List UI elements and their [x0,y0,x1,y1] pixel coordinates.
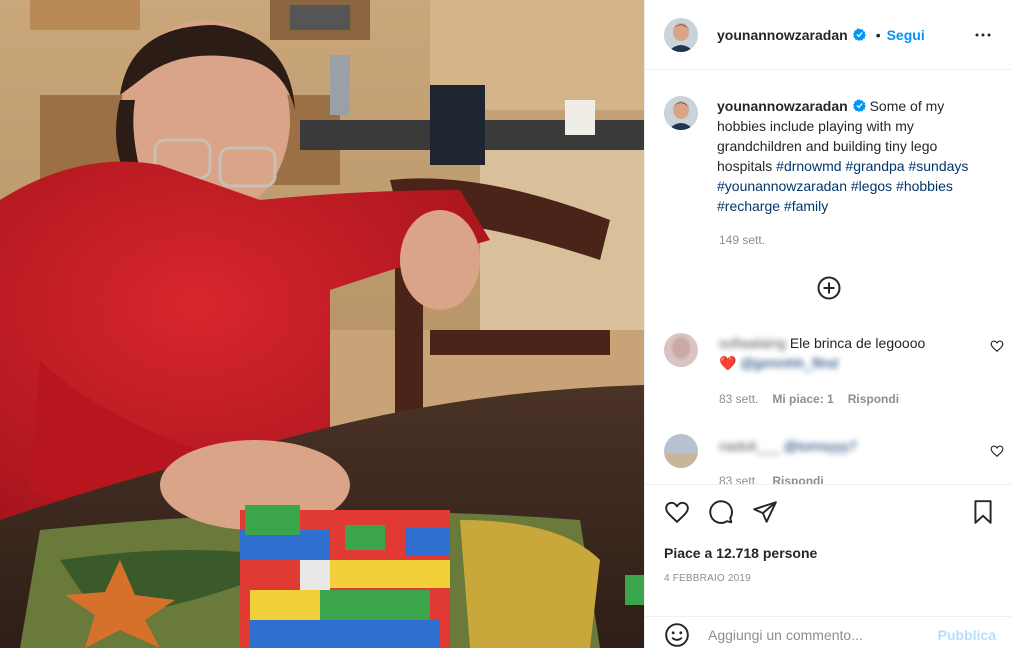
post-photo[interactable] [0,0,644,648]
comment-time: 83 sett. [719,474,759,484]
publish-button[interactable]: Pubblica [938,627,996,643]
post-header: younannowzaradan • Segui [645,0,1011,70]
comment-time: 83 sett. [719,392,759,406]
post-caption: younannowzaradan Some of my hobbies incl… [664,96,994,216]
author-username[interactable]: younannowzaradan [717,27,848,43]
heart-icon[interactable] [664,499,690,525]
bookmark-icon[interactable] [970,499,996,525]
share-icon[interactable] [752,499,778,525]
comment-mention[interactable]: @jpmmhh_fllnd [740,355,837,371]
load-more-comments-icon[interactable] [817,276,841,300]
commenter-username[interactable]: sofiaalaing [719,335,786,351]
post-date: 4 febbraio 2019 [664,573,751,584]
reply-button[interactable]: Rispondi [772,474,823,484]
follow-button[interactable]: Segui [887,27,925,43]
likes-count[interactable]: Piace a 12.718 persone [664,545,817,561]
verified-badge-icon [852,99,866,112]
caption-author-avatar[interactable] [664,96,698,130]
comment-mention[interactable]: @tomsyyy7 [784,438,857,454]
action-icons [664,499,778,525]
heart-emoji: ❤️ [719,355,737,371]
add-comment-bar: Pubblica [645,616,1011,648]
comment-likes[interactable]: Mi piace: 1 [772,392,833,406]
verified-badge-icon [852,28,866,41]
photo-illustration [0,0,644,648]
caption-timestamp: 149 sett. [719,233,766,247]
caption-username[interactable]: younannowzaradan [717,98,848,114]
separator-dot: • [875,26,881,43]
comment-like-icon[interactable] [990,339,1004,353]
caption-text: younannowzaradan Some of my hobbies incl… [717,96,994,216]
comment-icon[interactable] [708,499,734,525]
comment-input[interactable] [708,626,918,643]
commenter-username[interactable]: nadoli___ [719,438,780,454]
commenter-avatar[interactable] [664,434,698,468]
reply-button[interactable]: Rispondi [848,392,899,406]
comment-item: nadoli___ @tomsyyy7 83 sett. Rispondi [664,434,1004,484]
comment-like-icon[interactable] [990,444,1004,458]
comment-body: Ele brinca de legoooo [789,335,926,351]
comment-text: sofiaalaing Ele brinca de legoooo ❤️ @jp… [719,333,959,373]
comment-meta: 83 sett. Rispondi [719,474,824,484]
comment-text: nadoli___ @tomsyyy7 [719,436,959,456]
comment-item: sofiaalaing Ele brinca de legoooo ❤️ @jp… [664,333,1004,413]
post-detail-panel: younannowzaradan • Segui younannowzarada… [644,0,1011,648]
author-avatar[interactable] [664,17,698,52]
emoji-icon[interactable] [664,622,690,648]
commenter-avatar[interactable] [664,333,698,367]
comment-meta: 83 sett. Mi piace: 1 Rispondi [719,392,899,406]
more-options-icon[interactable] [974,26,992,44]
